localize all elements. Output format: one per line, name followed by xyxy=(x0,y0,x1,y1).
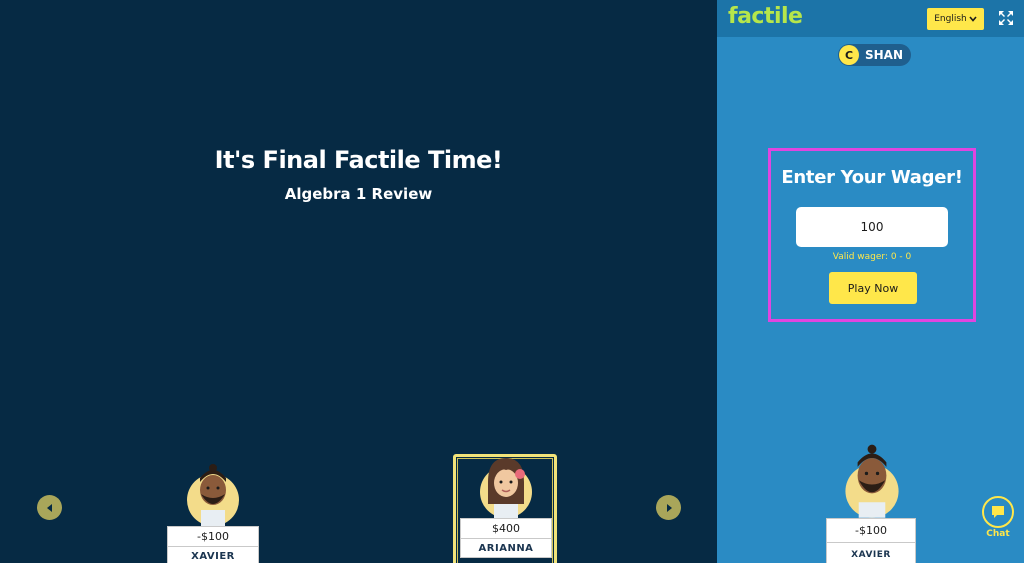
podium: -$100 XAVIER xyxy=(826,518,916,563)
avatar xyxy=(185,464,241,526)
player-name: XAVIER xyxy=(191,551,235,562)
wager-title: Enter Your Wager! xyxy=(781,167,963,188)
podium: $400 ARIANNA xyxy=(460,518,552,558)
chat-button[interactable]: Chat xyxy=(981,496,1015,539)
player-score: $400 xyxy=(461,519,551,539)
player-name: XAVIER xyxy=(851,550,891,560)
stage-subtitle: Algebra 1 Review xyxy=(284,185,433,203)
player-name: ARIANNA xyxy=(478,543,534,554)
panel-header: factile English xyxy=(717,0,1024,37)
chat-label: Chat xyxy=(986,529,1010,539)
stage-title: It's Final Factile Time! xyxy=(214,146,503,174)
language-label: English xyxy=(934,14,967,24)
previous-players-button[interactable] xyxy=(37,495,62,520)
chevron-down-icon xyxy=(969,16,977,22)
wager-valid-range: Valid wager: 0 - 0 xyxy=(832,252,912,262)
user-name: SHAN xyxy=(865,48,904,62)
player-panel: factile English C SHAN Enter Your Wager!… xyxy=(717,0,1024,563)
woman-with-flower-avatar-icon xyxy=(480,458,532,518)
language-select[interactable]: English xyxy=(927,8,984,30)
arrow-left-icon xyxy=(46,503,52,512)
factile-logo: factile xyxy=(728,4,803,29)
game-stage: It's Final Factile Time! Algebra 1 Revie… xyxy=(0,0,717,563)
player-card-arianna: $400 ARIANNA xyxy=(460,458,552,558)
player-score: -$100 xyxy=(827,519,915,543)
play-now-button[interactable]: Play Now xyxy=(829,272,917,304)
user-initial-avatar: C xyxy=(839,45,859,65)
bearded-man-avatar-icon xyxy=(845,444,899,518)
chat-bubble xyxy=(982,496,1014,528)
bearded-man-avatar-icon xyxy=(187,464,239,526)
podium: -$100 XAVIER xyxy=(167,526,259,563)
next-players-button[interactable] xyxy=(656,495,681,520)
self-player-card: -$100 XAVIER xyxy=(826,440,918,563)
wager-form: Enter Your Wager! Valid wager: 0 - 0 Pla… xyxy=(768,148,976,322)
wager-input[interactable] xyxy=(796,207,948,247)
user-badge: C SHAN xyxy=(838,44,912,66)
arrow-right-icon xyxy=(666,503,672,512)
player-score: -$100 xyxy=(168,527,258,547)
chat-icon xyxy=(992,506,1004,518)
avatar xyxy=(478,458,534,518)
player-card-xavier: -$100 XAVIER xyxy=(167,464,259,563)
fullscreen-icon[interactable] xyxy=(998,10,1014,26)
avatar xyxy=(841,440,903,518)
